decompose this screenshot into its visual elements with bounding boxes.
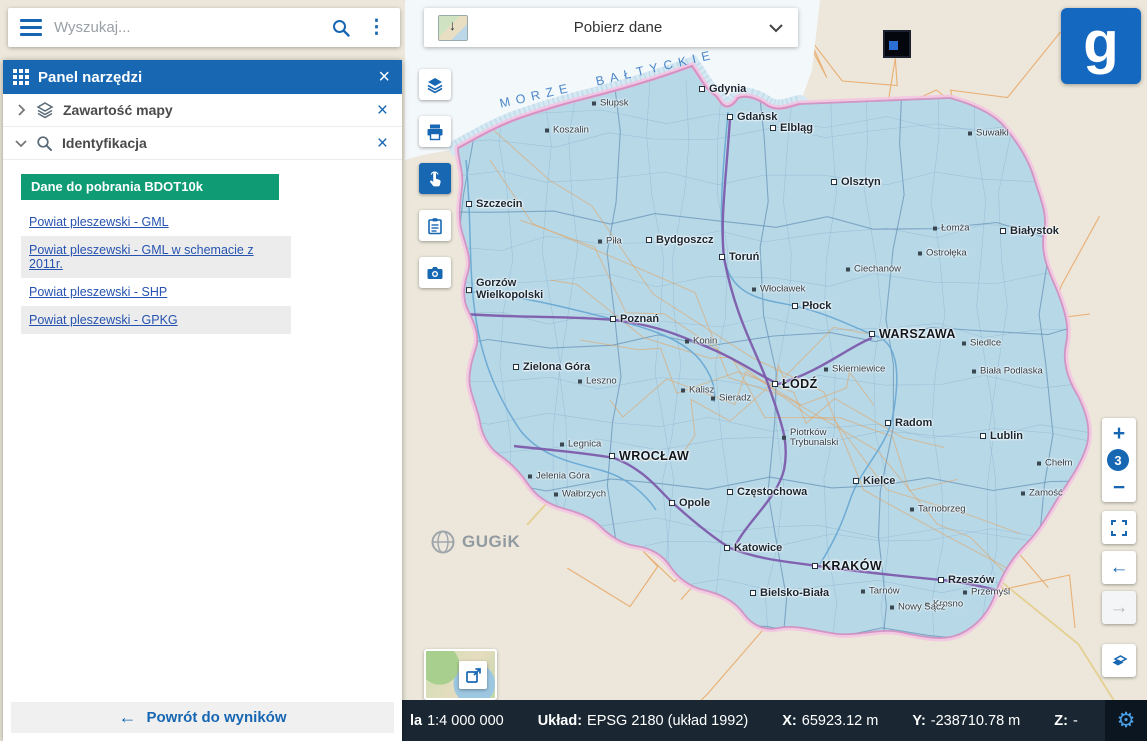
link-gml[interactable]: Powiat pleszewski - GML xyxy=(21,208,291,236)
zoom-level-badge: 3 xyxy=(1107,449,1129,471)
results-header: Dane do pobrania BDOT10k xyxy=(21,174,279,200)
download-data-dropdown[interactable]: ↓ Pobierz dane xyxy=(424,8,798,47)
download-data-label: Pobierz dane xyxy=(468,19,768,36)
scale-readout: la1:4 000 000 xyxy=(410,713,504,729)
panel-title: Panel narzędzi xyxy=(38,69,367,86)
section-map-content-label: Zawartość mapy xyxy=(63,102,366,118)
link-gpkg[interactable]: Powiat pleszewski - GPKG xyxy=(21,306,291,334)
watermark-text: GUGiK xyxy=(462,532,520,552)
touch-pointer-icon xyxy=(426,170,444,188)
crs-readout: Układ:EPSG 2180 (układ 1992) xyxy=(538,713,749,729)
zoom-out-button[interactable]: − xyxy=(1102,472,1136,502)
map-artifact xyxy=(883,30,911,58)
camera-button[interactable] xyxy=(419,257,451,288)
compare-maps-button[interactable] xyxy=(1102,644,1136,677)
minimap-expand-button[interactable] xyxy=(459,661,487,689)
close-icon: × xyxy=(377,133,388,154)
clipboard-icon xyxy=(426,217,444,235)
chevron-down-icon xyxy=(15,137,27,149)
identify-magnifier-icon xyxy=(36,135,53,152)
zoom-control: + 3 − xyxy=(1102,418,1136,502)
layers-icon xyxy=(426,76,444,94)
search-input[interactable] xyxy=(54,19,317,36)
close-map-content-button[interactable]: × xyxy=(375,101,390,120)
settings-button[interactable]: ⚙ xyxy=(1105,700,1147,741)
history-forward-button[interactable]: → xyxy=(1102,591,1136,624)
chevron-down-icon xyxy=(768,23,784,33)
x-coordinate: X:65923.12 m xyxy=(782,713,878,729)
fullscreen-icon xyxy=(1110,519,1128,537)
print-button[interactable] xyxy=(419,116,451,147)
back-to-results-label: Powrót do wyników xyxy=(146,709,286,726)
menu-icon[interactable] xyxy=(20,19,42,36)
gear-icon: ⚙ xyxy=(1117,709,1136,732)
camera-icon xyxy=(426,264,444,282)
download-data-icon: ↓ xyxy=(438,15,468,41)
search-button[interactable] xyxy=(329,16,353,40)
plus-icon: + xyxy=(1113,422,1125,445)
y-coordinate: Y:-238710.78 m xyxy=(912,713,1020,729)
section-identification-label: Identyfikacja xyxy=(62,135,366,151)
close-icon: × xyxy=(378,66,390,88)
link-shp[interactable]: Powiat pleszewski - SHP xyxy=(21,278,291,306)
zoom-in-button[interactable]: + xyxy=(1102,418,1136,448)
close-identification-button[interactable]: × xyxy=(375,134,390,153)
back-to-results-button[interactable]: ← Powrót do wyników xyxy=(11,702,394,733)
back-arrow-icon: ← xyxy=(118,707,136,728)
open-in-new-icon xyxy=(465,667,482,684)
clipboard-button[interactable] xyxy=(419,210,451,241)
identify-button[interactable] xyxy=(419,163,451,194)
chevron-right-icon xyxy=(15,104,27,116)
gugik-watermark: GUGiK xyxy=(430,529,520,555)
logo-letter: g xyxy=(1083,14,1118,72)
history-back-button[interactable]: ← xyxy=(1102,551,1136,584)
status-bar: la1:4 000 000 Układ:EPSG 2180 (układ 199… xyxy=(402,700,1147,741)
more-options-button[interactable]: ⋮ xyxy=(365,16,388,39)
grid-icon xyxy=(13,69,29,85)
close-icon: × xyxy=(377,100,388,121)
compare-maps-icon xyxy=(1110,652,1128,670)
layers-icon xyxy=(36,101,54,119)
search-icon xyxy=(331,18,351,38)
link-gml-2011[interactable]: Powiat pleszewski - GML w schemacie z 20… xyxy=(21,236,291,278)
z-coordinate: Z:- xyxy=(1054,713,1078,729)
minus-icon: − xyxy=(1113,476,1125,499)
arrow-right-icon: → xyxy=(1110,597,1129,619)
download-links: Powiat pleszewski - GML Powiat pleszewsk… xyxy=(21,208,291,334)
layers-button[interactable] xyxy=(419,69,451,100)
section-map-content[interactable]: Zawartość mapy × xyxy=(3,94,402,127)
tools-panel-header: Panel narzędzi × xyxy=(3,60,402,94)
printer-icon xyxy=(426,123,444,141)
close-panel-button[interactable]: × xyxy=(376,67,392,87)
tools-panel: Panel narzędzi × Zawartość mapy × Identy… xyxy=(3,60,402,741)
globe-icon xyxy=(430,529,456,555)
identification-results: Dane do pobrania BDOT10k Powiat pleszews… xyxy=(3,160,402,694)
search-bar: ⋮ xyxy=(8,8,400,47)
dots-icon: ⋮ xyxy=(367,18,386,37)
section-identification[interactable]: Identyfikacja × xyxy=(3,127,402,160)
geoportal-logo[interactable]: g xyxy=(1061,8,1141,84)
arrow-left-icon: ← xyxy=(1110,557,1129,579)
fullscreen-button[interactable] xyxy=(1102,511,1136,544)
